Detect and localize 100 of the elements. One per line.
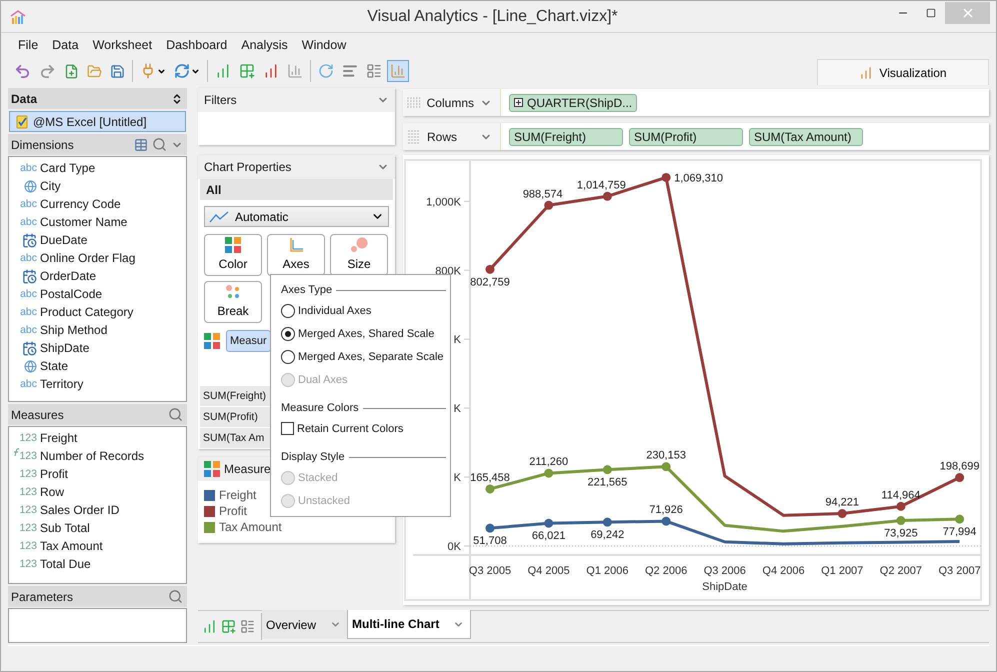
field-pill[interactable]: SUM(Freight) <box>509 128 623 146</box>
layout-button[interactable] <box>387 60 409 82</box>
field-item[interactable]: Sub Total <box>40 521 90 535</box>
x-tick-label: Q4 2005 <box>528 565 570 577</box>
field-item[interactable]: Ship Method <box>40 323 108 337</box>
menu-item[interactable]: File <box>18 38 38 52</box>
field-item[interactable]: Product Category <box>40 305 134 319</box>
type-label: abc <box>20 162 37 174</box>
field-pill[interactable]: SUM(Tax Amount) <box>749 128 863 146</box>
folder-icon <box>87 64 102 78</box>
radio-option[interactable]: Merged Axes, Shared Scale <box>281 322 446 345</box>
grip-icon <box>407 130 421 144</box>
data-label: 66,021 <box>532 530 566 542</box>
field-pill[interactable]: QUARTER(ShipD... <box>509 94 638 112</box>
color-grid-icon <box>204 333 220 349</box>
property-button[interactable]: Size <box>330 234 388 276</box>
field-item[interactable]: Card Type <box>40 161 96 175</box>
field-item[interactable]: Profit <box>40 467 68 481</box>
type-label: 123 <box>19 522 37 534</box>
data-point <box>955 514 964 524</box>
list-icon <box>366 63 382 79</box>
bar-chart-icon <box>215 63 231 79</box>
field-item[interactable]: Total Due <box>40 557 91 571</box>
save-icon <box>110 64 125 78</box>
panel-title: Measure <box>224 462 271 476</box>
field-item[interactable]: City <box>40 179 61 193</box>
visualization-tab[interactable]: Visualization <box>817 59 989 85</box>
file-plus-icon <box>64 64 79 78</box>
globe-icon <box>24 180 37 192</box>
property-button[interactable]: Color <box>204 234 262 276</box>
data-label: 71,926 <box>649 504 683 516</box>
field-item[interactable]: State <box>40 359 68 373</box>
list-icon[interactable] <box>240 619 255 634</box>
search-icon[interactable] <box>168 407 183 422</box>
expand-icon[interactable] <box>514 98 523 107</box>
field-item[interactable]: Freight <box>40 431 78 445</box>
new-dashboard-icon[interactable] <box>221 619 236 634</box>
menu-item[interactable]: Analysis <box>241 38 288 52</box>
mark-type-dropdown[interactable]: Automatic <box>204 206 389 227</box>
y-tick-label: 0K <box>448 541 461 553</box>
field-item[interactable]: Number of Records <box>40 449 144 463</box>
type-label: 123 <box>19 450 37 462</box>
line-chart-icon <box>209 210 229 222</box>
field-item[interactable]: DueDate <box>40 233 88 247</box>
new-sheet-icon[interactable] <box>202 619 217 634</box>
data-point <box>486 524 494 533</box>
sheet-tab[interactable]: Overview <box>262 610 348 639</box>
type-label: abc <box>20 306 37 318</box>
field-item[interactable]: Row <box>40 485 64 499</box>
type-label: abc <box>20 216 37 228</box>
menu-item[interactable]: Data <box>52 38 79 52</box>
search-icon[interactable] <box>152 137 167 152</box>
color-field-pill[interactable]: Measur <box>226 330 271 352</box>
sort-icon[interactable] <box>171 92 183 104</box>
data-point <box>486 264 494 274</box>
field-item[interactable]: OrderDate <box>40 269 96 283</box>
x-tick-label: Q1 2007 <box>821 565 864 577</box>
data-label: 77,994 <box>942 526 976 538</box>
data-label: 802,759 <box>470 276 510 288</box>
type-label: abc <box>20 378 37 390</box>
data-point <box>602 192 612 201</box>
menu-item[interactable]: Dashboard <box>166 38 228 52</box>
data-source-item[interactable]: @MS Excel [Untitled] <box>9 111 186 132</box>
caret-icon <box>157 66 166 76</box>
group-title: Axes Type <box>281 284 332 296</box>
type-label: 123 <box>19 540 37 552</box>
field-item[interactable]: ShipDate <box>40 341 90 355</box>
field-item[interactable]: Currency Code <box>40 197 121 211</box>
field-item[interactable]: PostalCode <box>40 287 102 301</box>
radio-option[interactable]: Individual Axes <box>281 299 446 322</box>
table-icon[interactable] <box>134 138 148 152</box>
data-point <box>662 172 671 182</box>
legend-label: Profit <box>219 504 248 518</box>
field-pill[interactable]: SUM(Profit) <box>629 128 743 146</box>
field-item[interactable]: Customer Name <box>40 215 128 229</box>
checkbox-option[interactable]: Retain Current Colors <box>281 417 446 440</box>
panel-title: Data <box>11 92 38 106</box>
group-title: Measure Colors <box>281 402 359 414</box>
panel-title: Parameters <box>11 590 74 604</box>
radio-option[interactable]: Merged Axes, Separate Scale <box>281 345 446 368</box>
search-icon[interactable] <box>168 589 183 604</box>
sheet-tab[interactable]: Multi-line Chart <box>347 610 472 639</box>
property-button[interactable]: Axes <box>267 234 325 276</box>
x-tick-label: Q2 2007 <box>880 565 922 577</box>
panel-title: Filters <box>204 93 237 107</box>
field-item[interactable]: Tax Amount <box>40 539 103 553</box>
data-label: 211,260 <box>529 456 568 468</box>
data-point <box>662 462 671 472</box>
panel-title: Dimensions <box>11 138 74 152</box>
menu-item[interactable]: Window <box>302 38 346 52</box>
type-label: abc <box>20 252 37 264</box>
menu-item[interactable]: Worksheet <box>92 38 152 52</box>
type-label: 123 <box>19 432 37 444</box>
data-point <box>662 516 671 526</box>
field-item[interactable]: Sales Order ID <box>40 503 120 517</box>
property-button[interactable]: Break <box>204 281 262 323</box>
field-item[interactable]: Online Order Flag <box>40 251 136 265</box>
redo-icon <box>39 62 56 80</box>
calendar-icon <box>22 340 37 356</box>
field-item[interactable]: Territory <box>40 377 84 391</box>
